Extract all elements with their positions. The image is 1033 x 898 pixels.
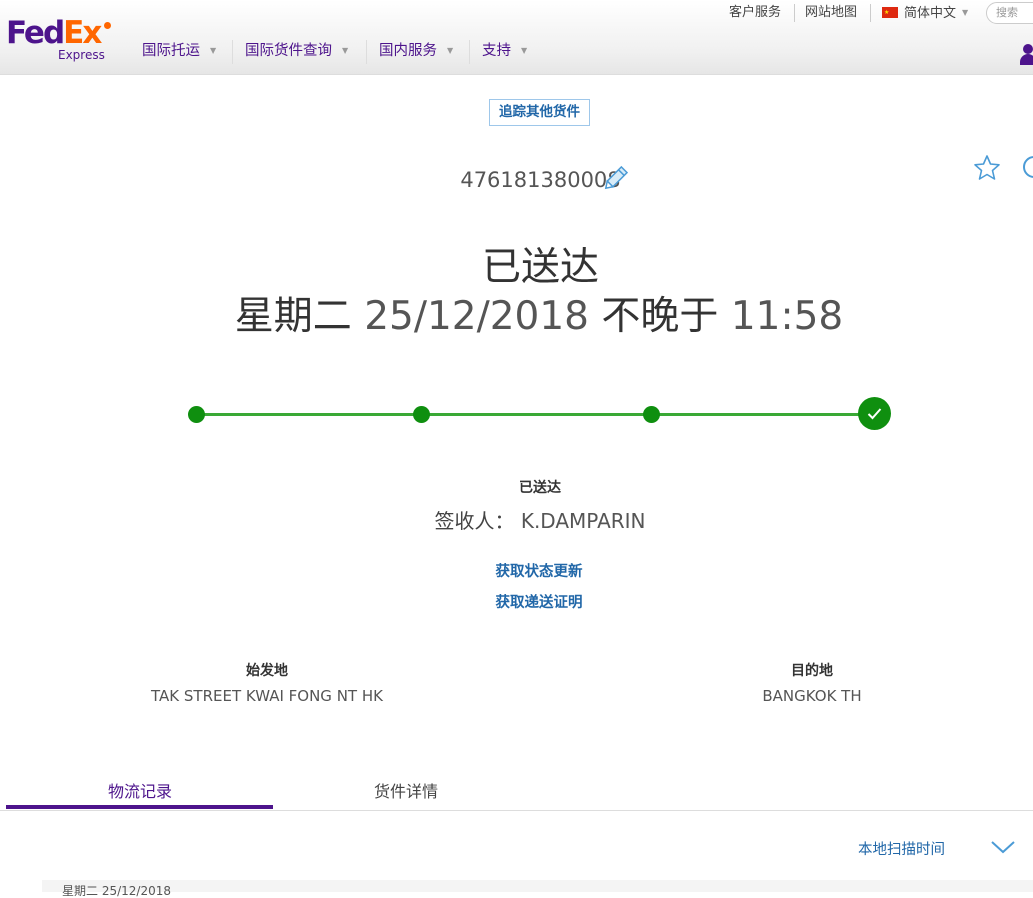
nav-divider	[232, 40, 233, 64]
chevron-down-icon[interactable]	[990, 838, 1016, 856]
get-status-updates-link[interactable]: 获取状态更新	[0, 560, 1033, 581]
pencil-icon[interactable]	[600, 164, 630, 194]
nav-domestic-services[interactable]: 国内服务 ▼	[379, 40, 453, 62]
nav-label: 国际托运	[142, 43, 200, 59]
nav-divider	[469, 40, 470, 64]
logo-fed-text: Fed	[6, 15, 65, 51]
progress-track	[196, 413, 874, 416]
site-header: FedEx Express 客户服务 网站地图 简体中文 ▼ 搜索 国际托运 ▼ 国…	[0, 0, 1033, 75]
history-row-date: 星期二 25/12/2018	[62, 884, 171, 898]
language-label: 简体中文	[904, 6, 957, 21]
tracking-number: 476181380008	[460, 168, 621, 192]
search-input[interactable]: 搜索	[986, 2, 1033, 24]
progress-step-dot	[413, 406, 430, 423]
nav-label: 国内服务	[379, 43, 437, 59]
fedex-logo[interactable]: FedEx Express	[6, 14, 116, 64]
signed-by-value: K.DAMPARIN	[520, 509, 646, 533]
logo-ex-text: Ex	[63, 15, 102, 51]
active-tab-indicator	[6, 805, 273, 809]
site-map-link[interactable]: 网站地图	[805, 3, 857, 23]
nav-divider	[366, 40, 367, 64]
tab-shipment-facts[interactable]: 货件详情	[306, 778, 506, 802]
chevron-down-icon: ▼	[521, 46, 528, 55]
chevron-down-icon: ▼	[210, 46, 217, 55]
status-title: 已送达	[481, 245, 599, 290]
delivery-time: 11:58	[730, 294, 844, 339]
track-other-shipments-button[interactable]: 追踪其他货件	[489, 99, 590, 126]
nav-international-shipping[interactable]: 国际托运 ▼	[142, 40, 216, 62]
china-flag-icon	[882, 3, 898, 23]
progress-complete-check-icon	[858, 397, 891, 430]
chevron-down-icon: ▼	[962, 8, 969, 17]
signed-by-label: 签收人：	[434, 509, 515, 533]
delivery-weekday: 星期二	[234, 294, 352, 339]
delivery-date: 25/12/2018	[364, 294, 589, 339]
destination-label: 目的地	[791, 663, 833, 679]
delivery-by-text: 不晚于	[601, 294, 719, 339]
nav-label: 支持	[482, 43, 511, 59]
chevron-down-icon: ▼	[342, 46, 349, 55]
tab-travel-history[interactable]: 物流记录	[40, 778, 240, 802]
get-proof-of-delivery-link[interactable]: 获取递送证明	[0, 591, 1033, 612]
nav-label: 国际货件查询	[245, 43, 332, 59]
local-scan-time-toggle[interactable]: 本地扫描时间	[858, 838, 945, 859]
delivery-datetime: 星期二 25/12/2018 不晚于 11:58	[0, 285, 1033, 341]
signed-by: 签收人： K.DAMPARIN	[0, 505, 1033, 534]
progress-step-dot	[643, 406, 660, 423]
history-row	[42, 880, 1033, 892]
language-selector[interactable]: 简体中文 ▼	[882, 3, 968, 23]
logo-dot	[104, 22, 111, 29]
chevron-down-icon: ▼	[447, 46, 454, 55]
user-icon[interactable]	[1018, 44, 1033, 66]
nav-international-tracking[interactable]: 国际货件查询 ▼	[245, 40, 348, 62]
tabs-divider	[0, 810, 1033, 811]
logo-express-text: Express	[58, 48, 105, 62]
origin-value: TAK STREET KWAI FONG NT HK	[151, 687, 383, 705]
utility-divider	[870, 4, 871, 22]
status-label: 已送达	[519, 480, 561, 496]
customer-service-link[interactable]: 客户服务	[729, 3, 781, 23]
utility-divider	[794, 4, 795, 22]
origin-label: 始发地	[246, 663, 288, 679]
star-icon[interactable]	[972, 153, 1002, 183]
progress-step-dot	[188, 406, 205, 423]
nav-support[interactable]: 支持 ▼	[482, 40, 527, 62]
destination-value: BANGKOK TH	[762, 687, 862, 705]
